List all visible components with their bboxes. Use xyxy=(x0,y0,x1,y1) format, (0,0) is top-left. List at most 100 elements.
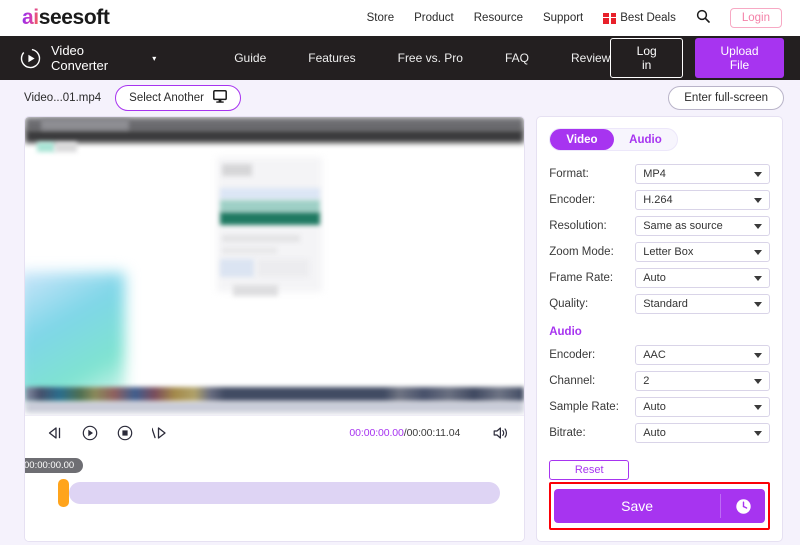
channel-value: 2 xyxy=(643,375,650,387)
bitrate-select[interactable]: Auto xyxy=(635,423,770,443)
frame-rate-select[interactable]: Auto xyxy=(635,268,770,288)
nav-item-review[interactable]: Review xyxy=(571,51,610,65)
field-frame-rate: Frame Rate: Auto xyxy=(549,268,770,288)
timeline-time-tooltip: 00:00:00.00 xyxy=(25,458,84,473)
total-time: 00:00:11.04 xyxy=(406,426,461,439)
next-frame-icon[interactable] xyxy=(152,426,168,440)
aiseesoft-logo[interactable]: ai seesoft xyxy=(22,6,110,30)
main-content: 00:00:00.00/00:00:11.04 00:00:00.00 Vide… xyxy=(0,116,800,542)
format-select[interactable]: MP4 xyxy=(635,164,770,184)
volume-icon[interactable] xyxy=(493,426,510,440)
quality-value: Standard xyxy=(643,298,688,310)
monitor-icon xyxy=(213,90,227,106)
top-nav-support[interactable]: Support xyxy=(543,12,583,24)
enter-fullscreen-button[interactable]: Enter full-screen xyxy=(668,86,784,110)
gift-icon xyxy=(603,12,617,24)
tab-audio[interactable]: Audio xyxy=(614,129,678,150)
save-button[interactable]: Save xyxy=(554,489,765,523)
field-resolution: Resolution: Same as source xyxy=(549,216,770,236)
field-zoom-mode: Zoom Mode: Letter Box xyxy=(549,242,770,262)
select-another-label: Select Another xyxy=(129,92,204,104)
top-nav-product[interactable]: Product xyxy=(414,12,454,24)
product-nav-actions: Log in Upload File xyxy=(610,38,784,78)
current-file-name: Video...01.mp4 xyxy=(24,92,102,104)
field-resolution-label: Resolution: xyxy=(549,220,607,232)
timeline-track[interactable] xyxy=(69,482,501,504)
top-header-bar: ai seesoft Store Product Resource Support… xyxy=(0,0,800,36)
top-nav-store[interactable]: Store xyxy=(367,12,395,24)
field-format: Format: MP4 xyxy=(549,164,770,184)
channel-select[interactable]: 2 xyxy=(635,371,770,391)
field-quality: Quality: Standard xyxy=(549,294,770,314)
resolution-select[interactable]: Same as source xyxy=(635,216,770,236)
zoom-mode-value: Letter Box xyxy=(643,246,694,258)
frame-rate-value: Auto xyxy=(643,272,666,284)
product-nav-bar: Video Converter ▾ Guide Features Free vs… xyxy=(0,36,800,80)
best-deals-label: Best Deals xyxy=(620,12,676,24)
circle-play-icon xyxy=(20,48,41,69)
upload-file-button[interactable]: Upload File xyxy=(695,38,784,78)
encoder-audio-value: AAC xyxy=(643,349,666,361)
logo-seesoft-text: seesoft xyxy=(38,6,110,29)
search-icon[interactable] xyxy=(696,9,710,28)
chevron-down-icon xyxy=(754,378,762,384)
chevron-down-icon xyxy=(754,352,762,358)
zoom-mode-select[interactable]: Letter Box xyxy=(635,242,770,262)
nav-item-free-vs-pro[interactable]: Free vs. Pro xyxy=(398,51,463,65)
clock-icon[interactable] xyxy=(721,498,765,515)
encoder-video-select[interactable]: H.264 xyxy=(635,190,770,210)
top-nav: Store Product Resource Support Best Deal… xyxy=(367,8,782,28)
select-another-button[interactable]: Select Another xyxy=(115,85,241,111)
logo-ai-text: ai xyxy=(22,6,39,29)
chevron-down-icon xyxy=(754,249,762,255)
time-display: 00:00:00.00/00:00:11.04 xyxy=(349,427,460,439)
login-button[interactable]: Login xyxy=(729,8,782,28)
encoder-audio-select[interactable]: AAC xyxy=(635,345,770,365)
reset-button[interactable]: Reset xyxy=(549,460,630,480)
output-settings-panel: Video Audio Format: MP4 Encoder: H.264 R… xyxy=(536,116,783,542)
timeline-trim-handle-start[interactable] xyxy=(58,479,69,507)
field-zoom-mode-label: Zoom Mode: xyxy=(549,246,614,258)
chevron-down-icon xyxy=(754,301,762,307)
chevron-down-icon xyxy=(754,171,762,177)
field-encoder-video-label: Encoder: xyxy=(549,194,596,206)
chevron-down-icon xyxy=(754,430,762,436)
quality-select[interactable]: Standard xyxy=(635,294,770,314)
stop-icon[interactable] xyxy=(117,425,133,441)
settings-tabs: Video Audio xyxy=(549,128,679,151)
top-nav-best-deals[interactable]: Best Deals xyxy=(603,12,676,24)
tab-video[interactable]: Video xyxy=(550,129,614,150)
chevron-down-icon xyxy=(754,197,762,203)
nav-login-button[interactable]: Log in xyxy=(610,38,684,78)
top-nav-resource[interactable]: Resource xyxy=(474,12,523,24)
field-quality-label: Quality: xyxy=(549,298,589,310)
encoder-video-value: H.264 xyxy=(643,194,673,206)
chevron-down-icon[interactable]: ▾ xyxy=(152,54,156,63)
previous-frame-icon[interactable] xyxy=(47,426,63,440)
nav-item-faq[interactable]: FAQ xyxy=(505,51,529,65)
field-bitrate-label: Bitrate: xyxy=(549,427,586,439)
player-controls: 00:00:00.00/00:00:11.04 xyxy=(25,415,525,449)
play-icon[interactable] xyxy=(82,425,98,441)
field-encoder-video: Encoder: H.264 xyxy=(549,190,770,210)
save-action-area: Save xyxy=(549,482,770,530)
product-nav-links: Guide Features Free vs. Pro FAQ Review xyxy=(234,51,610,65)
video-preview[interactable] xyxy=(25,117,525,415)
file-toolbar: Video...01.mp4 Select Another Enter full… xyxy=(0,80,800,116)
field-format-label: Format: xyxy=(549,168,589,180)
chevron-down-icon xyxy=(754,275,762,281)
nav-item-guide[interactable]: Guide xyxy=(234,51,266,65)
timeline[interactable]: 00:00:00.00 xyxy=(25,449,525,541)
field-encoder-audio: Encoder: AAC xyxy=(549,345,770,365)
field-frame-rate-label: Frame Rate: xyxy=(549,272,614,284)
nav-item-features[interactable]: Features xyxy=(308,51,355,65)
field-bitrate: Bitrate: Auto xyxy=(549,423,770,443)
resolution-value: Same as source xyxy=(643,220,723,232)
product-brand[interactable]: Video Converter ▾ xyxy=(20,43,156,73)
video-player-card: 00:00:00.00/00:00:11.04 00:00:00.00 xyxy=(24,116,526,542)
field-channel-label: Channel: xyxy=(549,375,596,387)
bitrate-value: Auto xyxy=(643,427,666,439)
sample-rate-select[interactable]: Auto xyxy=(635,397,770,417)
field-encoder-audio-label: Encoder: xyxy=(549,349,596,361)
field-sample-rate-label: Sample Rate: xyxy=(549,401,619,413)
